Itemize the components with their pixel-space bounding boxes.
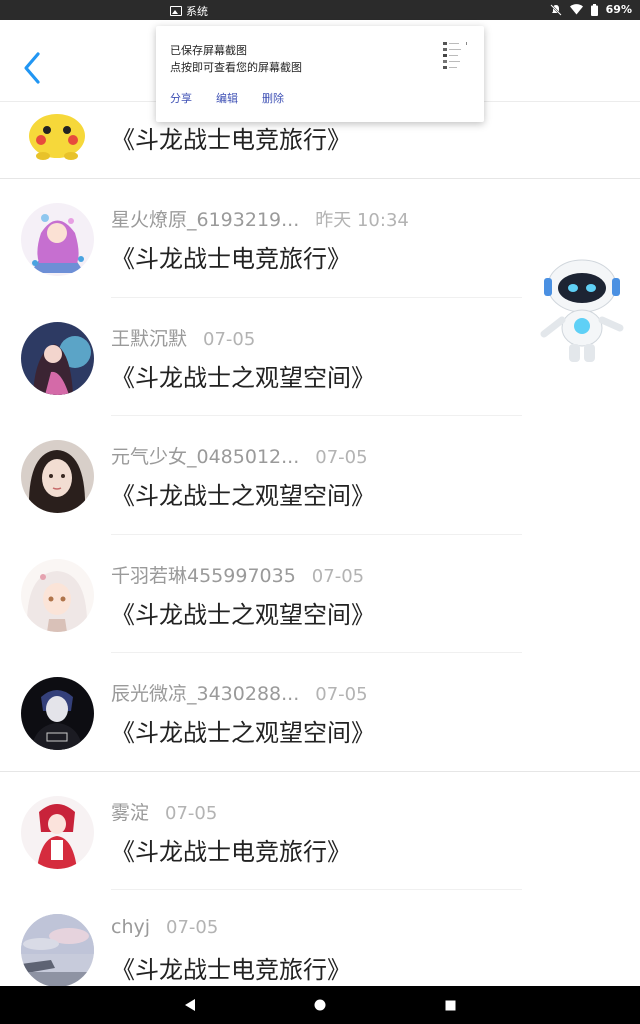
timestamp: 07-05 (166, 917, 219, 938)
username[interactable]: 雾淀 (111, 798, 149, 825)
username[interactable]: 星火燎原_6193219... (111, 205, 299, 232)
comment-list: 《斗龙战士电竞旅行》 星火燎原_6193219... 昨天 10:34 《斗龙战… (0, 102, 640, 1009)
pikachu-avatar-image (29, 114, 85, 160)
battery-percent: 69% (605, 3, 632, 16)
list-item[interactable]: 元气少女_0485012... 07-05 《斗龙战士之观望空间》 (0, 416, 640, 535)
robot-assistant-button[interactable] (536, 258, 628, 368)
anime-couple-avatar-image (21, 321, 94, 395)
notification-label: 系统 (186, 5, 208, 18)
avatar[interactable] (21, 440, 94, 513)
item-title: 《斗龙战士之观望空间》 (111, 482, 375, 510)
white-hair-girl-avatar-image (21, 558, 94, 632)
list-item[interactable]: 雾淀 07-05 《斗龙战士电竞旅行》 (0, 772, 640, 890)
timestamp: 07-05 (315, 684, 368, 705)
delete-action[interactable]: 删除 (262, 90, 284, 106)
wifi-icon (569, 4, 583, 15)
triangle-back-icon (185, 999, 195, 1011)
chevron-left-icon (24, 52, 40, 84)
image-icon (170, 6, 182, 16)
magical-girl-avatar-image (21, 203, 94, 276)
item-title: 《斗龙战士之观望空间》 (111, 719, 375, 747)
avatar[interactable] (21, 203, 94, 276)
notification-indicator: 系统 (170, 3, 208, 19)
sky-photo-avatar-image (21, 914, 94, 987)
item-title: 《斗龙战士电竞旅行》 (111, 956, 351, 984)
item-meta: chyj 07-05 (111, 916, 218, 938)
navigation-bar (0, 986, 640, 1024)
notification-text: 点按即可查看您的屏幕截图 (170, 61, 302, 74)
timestamp: 07-05 (203, 328, 256, 350)
girl-photo-avatar-image (21, 440, 94, 513)
item-title: 《斗龙战士电竞旅行》 (111, 126, 351, 154)
back-button[interactable] (18, 48, 48, 88)
avatar[interactable] (21, 558, 94, 632)
avatar[interactable] (21, 321, 94, 395)
status-bar: 系统 69% (0, 0, 640, 20)
battery-icon (590, 3, 598, 16)
avatar[interactable] (21, 795, 94, 869)
screenshot-saved-notification[interactable]: 已保存屏幕截图 点按即可查看您的屏幕截图 分享 编辑 删除 (156, 26, 484, 122)
username[interactable]: 辰光微凉_3430288... (111, 679, 299, 706)
timestamp: 07-05 (315, 447, 368, 468)
robot-icon (540, 259, 624, 362)
list-item[interactable]: 千羽若琳455997035 07-05 《斗龙战士之观望空间》 (0, 535, 640, 653)
item-meta: 王默沉默 07-05 (111, 324, 255, 351)
nav-recents-button[interactable] (420, 986, 480, 1024)
square-recents-icon (445, 1000, 455, 1010)
notifications-off-icon (549, 3, 562, 16)
item-meta: 星火燎原_6193219... 昨天 10:34 (111, 205, 409, 232)
notification-title: 已保存屏幕截图 (170, 44, 247, 57)
avatar[interactable] (21, 90, 94, 163)
avatar[interactable] (21, 677, 94, 750)
username[interactable]: 千羽若琳455997035 (111, 561, 296, 588)
item-meta: 辰光微凉_3430288... 07-05 (111, 679, 368, 706)
item-title: 《斗龙战士之观望空间》 (111, 363, 375, 392)
dark-boy-avatar-image (21, 677, 94, 750)
timestamp: 07-05 (311, 565, 365, 587)
list-item[interactable]: 辰光微凉_3430288... 07-05 《斗龙战士之观望空间》 (0, 653, 640, 772)
item-meta: 雾淀 07-05 (111, 798, 217, 825)
username[interactable]: chyj (111, 916, 150, 938)
edit-action[interactable]: 编辑 (216, 90, 238, 106)
nav-home-button[interactable] (290, 986, 350, 1024)
item-title: 《斗龙战士电竞旅行》 (111, 245, 351, 273)
item-title: 《斗龙战士之观望空间》 (111, 600, 375, 629)
nav-back-button[interactable] (160, 986, 220, 1024)
red-girl-avatar-image (21, 795, 94, 869)
screenshot-thumbnail[interactable] (440, 38, 470, 74)
timestamp: 07-05 (165, 802, 218, 824)
username[interactable]: 元气少女_0485012... (111, 442, 299, 469)
item-meta: 元气少女_0485012... 07-05 (111, 442, 368, 469)
timestamp: 昨天 10:34 (315, 210, 409, 231)
username[interactable]: 王默沉默 (111, 324, 187, 351)
circle-home-icon (314, 999, 326, 1011)
item-meta: 千羽若琳455997035 07-05 (111, 561, 364, 588)
avatar[interactable] (21, 914, 94, 987)
item-title: 《斗龙战士电竞旅行》 (111, 837, 351, 866)
share-action[interactable]: 分享 (170, 90, 192, 106)
